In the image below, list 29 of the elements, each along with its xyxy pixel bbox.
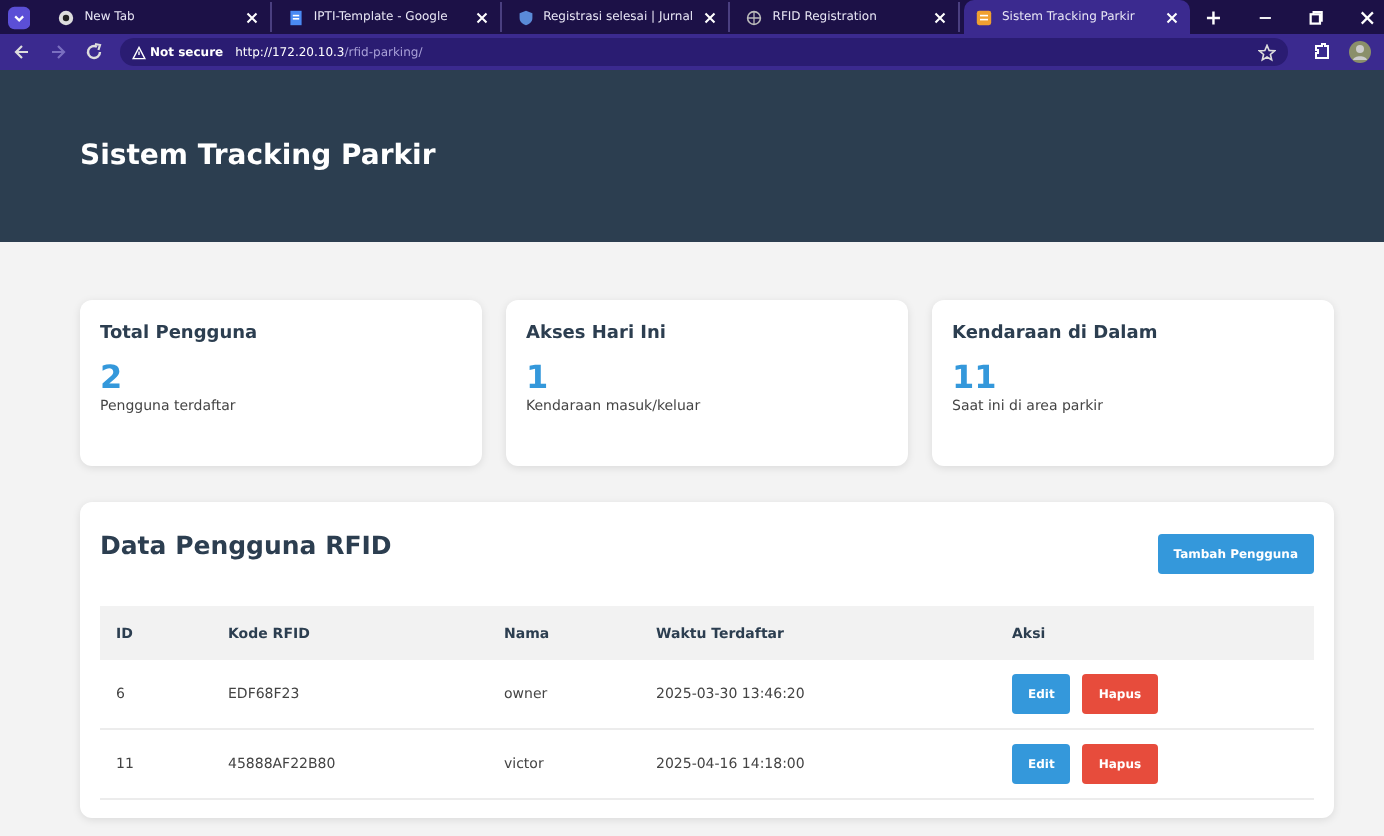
page-title: Sistem Tracking Parkir xyxy=(80,140,436,172)
page-icon xyxy=(976,9,992,25)
restore-icon[interactable] xyxy=(1306,7,1326,27)
stat-value: 1 xyxy=(526,360,551,396)
stat-title: Total Pengguna xyxy=(100,324,260,344)
stat-value: 2 xyxy=(100,360,125,396)
shield-icon xyxy=(517,9,534,25)
close-icon[interactable] xyxy=(475,11,488,23)
stat-title: Kendaraan di Dalam xyxy=(952,324,1160,344)
close-icon[interactable] xyxy=(704,11,717,23)
close-icon[interactable] xyxy=(934,11,946,23)
stat-value: 11 xyxy=(952,360,999,396)
browser-icon xyxy=(58,9,75,25)
globe-icon xyxy=(746,9,763,25)
close-icon[interactable] xyxy=(1165,11,1178,23)
profile-avatar-icon[interactable] xyxy=(1348,40,1372,64)
reload-icon[interactable] xyxy=(84,42,104,62)
new-tab-icon[interactable] xyxy=(1205,9,1221,25)
section-title: Data Pengguna RFID xyxy=(100,530,392,560)
warning-icon xyxy=(132,45,146,59)
extensions-icon[interactable] xyxy=(1312,42,1332,62)
tab-search-icon[interactable] xyxy=(8,5,31,29)
document-icon xyxy=(287,9,304,25)
close-icon[interactable] xyxy=(245,11,258,23)
forward-icon[interactable] xyxy=(48,42,68,62)
stat-title: Akses Hari Ini xyxy=(526,324,669,344)
close-icon[interactable] xyxy=(1357,7,1377,27)
back-icon[interactable] xyxy=(12,42,32,62)
bookmark-star-icon[interactable] xyxy=(1258,43,1276,61)
